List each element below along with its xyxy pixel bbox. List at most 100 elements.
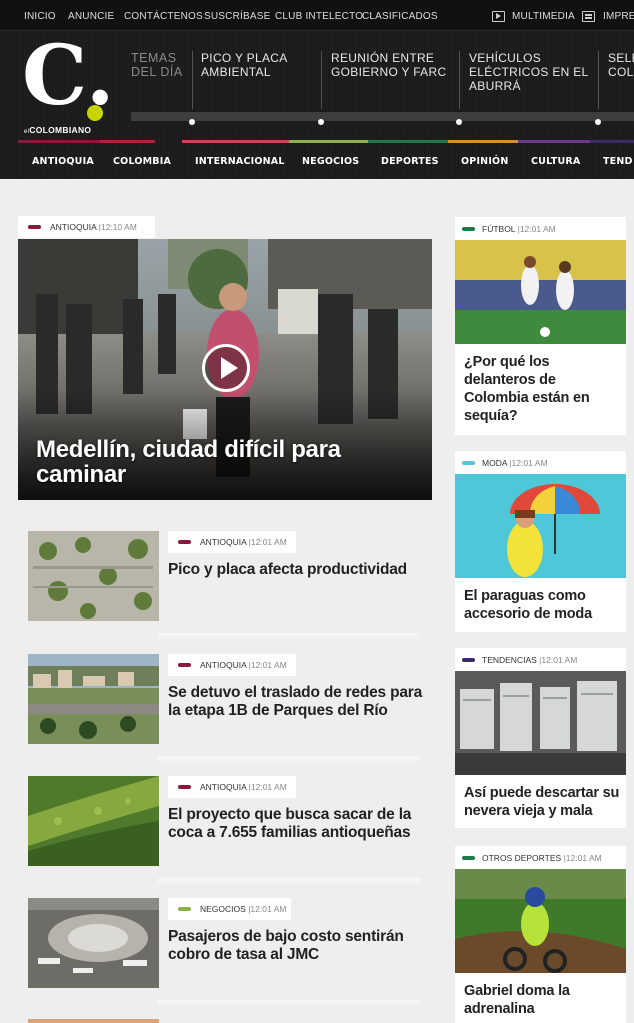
- site-logo[interactable]: C. elCOLOMBIANO: [22, 35, 114, 135]
- nav-section-5[interactable]: DEPORTES: [368, 140, 448, 179]
- card-time: 12:01 AM: [519, 224, 556, 234]
- list-item[interactable]: NEGOCIOS |12:01 AM Pasajeros de bajo cos…: [28, 898, 423, 1008]
- article-thumbnail[interactable]: [28, 776, 159, 866]
- article-section-tag[interactable]: ANTIOQUIA |12:01 AM: [168, 531, 296, 553]
- sidebar-card[interactable]: MODA |12:01 AM El paraguas como accesori…: [455, 451, 626, 632]
- nav-section-3[interactable]: INTERNACIONAL: [182, 140, 290, 179]
- article-section: ANTIOQUIA: [200, 782, 247, 792]
- logo-brand: elCOLOMBIANO: [24, 125, 92, 135]
- timeline-dot[interactable]: [595, 119, 601, 125]
- card-image[interactable]: [455, 869, 626, 973]
- tema-vehiculos-electricos[interactable]: VEHÍCULOS ELÉCTRICOS EN EL ABURRÁ: [469, 51, 594, 93]
- article-thumbnail[interactable]: [28, 654, 159, 744]
- timeline-dot[interactable]: [189, 119, 195, 125]
- section-color-bar: [462, 658, 475, 662]
- nav-section-label: CULTURA: [531, 156, 581, 167]
- list-item[interactable]: ANTIOQUIA |12:01 AM El proyecto que busc…: [28, 776, 423, 886]
- logo-letter: C.: [22, 28, 115, 124]
- print-link[interactable]: IMPRES: [603, 11, 634, 22]
- site-header: C. elCOLOMBIANO TEMAS DEL DÍA PICO Y PLA…: [0, 31, 634, 179]
- print-icon[interactable]: [582, 11, 595, 22]
- next-article-thumbnail[interactable]: [28, 1019, 159, 1023]
- article-section: ANTIOQUIA: [200, 660, 247, 670]
- tema-seleccion-colombia[interactable]: SELE COLO: [608, 51, 634, 79]
- article-section: ANTIOQUIA: [200, 537, 247, 547]
- article-section-tag[interactable]: ANTIOQUIA |12:01 AM: [168, 654, 296, 676]
- card-title[interactable]: Gabriel doma la adrenalina: [464, 982, 622, 1018]
- article-section-tag[interactable]: NEGOCIOS |12:01 AM: [168, 898, 291, 920]
- sidebar-card[interactable]: TENDENCIAS |12:01 AM Así puede descartar…: [455, 648, 626, 828]
- section-color-bar: [462, 227, 475, 231]
- divider: [192, 51, 193, 109]
- article-time: 12:01 AM: [250, 782, 287, 792]
- logo-dot: [87, 105, 103, 121]
- article-title[interactable]: Pico y placa afecta productividad: [168, 561, 423, 579]
- nav-section-6[interactable]: OPINIÓN: [448, 140, 518, 179]
- topnav-link-anuncie[interactable]: ANUNCIE: [68, 11, 114, 22]
- nav-section-4[interactable]: NEGOCIOS: [289, 140, 368, 179]
- nav-section-label: NEGOCIOS: [302, 156, 360, 167]
- tema-pico-y-placa[interactable]: PICO Y PLACA AMBIENTAL: [201, 51, 316, 79]
- article-title[interactable]: El proyecto que busca sacar de la coca a…: [168, 806, 423, 842]
- list-item[interactable]: ANTIOQUIA |12:01 AM Pico y placa afecta …: [28, 531, 423, 641]
- topnav-link-inicio[interactable]: INICIO: [24, 11, 56, 22]
- multimedia-link[interactable]: MULTIMEDIA: [512, 11, 575, 22]
- video-play-icon[interactable]: [202, 344, 250, 392]
- article-thumbnail[interactable]: [28, 531, 159, 621]
- section-color-bar: [178, 663, 191, 667]
- temas-timeline: [131, 112, 634, 121]
- card-title[interactable]: El paraguas como accesorio de moda: [464, 587, 622, 623]
- article-title[interactable]: Pasajeros de bajo costo sentirán cobro d…: [168, 928, 423, 964]
- card-image[interactable]: [455, 240, 626, 344]
- nav-section-label: INTERNACIONAL: [195, 156, 285, 167]
- topnav-link-suscribase[interactable]: SUSCRÍBASE: [204, 11, 270, 22]
- feature-section-label: ANTIOQUIA: [50, 222, 97, 232]
- top-utility-bar: INICIO ANUNCIE CONTÁCTENOS SUSCRÍBASE CL…: [0, 0, 634, 31]
- card-time: 12:01 AM: [541, 655, 578, 665]
- nav-section-8[interactable]: TEND: [590, 140, 634, 179]
- section-color-bar: [178, 540, 191, 544]
- nav-section-label: DEPORTES: [381, 156, 439, 167]
- temas-del-dia-label: TEMAS DEL DÍA: [131, 51, 183, 79]
- card-time: 12:01 AM: [565, 853, 602, 863]
- timeline-dot[interactable]: [318, 119, 324, 125]
- topnav-link-contactenos[interactable]: CONTÁCTENOS: [124, 11, 203, 22]
- feature-title[interactable]: Medellín, ciudad difícil para caminar: [36, 437, 416, 487]
- nav-section-7[interactable]: CULTURA: [518, 140, 590, 179]
- sidebar-card[interactable]: OTROS DEPORTES |12:01 AM Gabriel doma la…: [455, 846, 626, 1023]
- nav-section-2[interactable]: COLOMBIA: [100, 140, 171, 179]
- nav-section-label: TEND: [603, 156, 633, 167]
- timeline-dot[interactable]: [456, 119, 462, 125]
- card-image[interactable]: [455, 474, 626, 578]
- nav-section-label: OPINIÓN: [461, 156, 509, 167]
- section-color-bar: [462, 461, 475, 465]
- card-section: MODA: [482, 458, 508, 468]
- nav-section-1[interactable]: ANTIOQUIA: [18, 140, 104, 179]
- section-color-bar: [178, 785, 191, 789]
- sections-nav: ANTIOQUIA COLOMBIA INTERNACIONAL NEGOCIOS DE…: [0, 140, 634, 179]
- card-time: 12:01 AM: [511, 458, 548, 468]
- feature-story[interactable]: Medellín, ciudad difícil para caminar: [18, 239, 432, 500]
- topnav-link-club-intelecto[interactable]: CLUB INTELECTO: [275, 11, 363, 22]
- sidebar-card[interactable]: FÚTBOL |12:01 AM ¿Por qué los delanteros…: [455, 217, 626, 435]
- article-time: 12:01 AM: [250, 537, 287, 547]
- article-thumbnail[interactable]: [28, 898, 159, 988]
- section-color-bar: [462, 856, 475, 860]
- section-color-bar: [28, 225, 41, 229]
- card-title[interactable]: Así puede descartar su nevera vieja y ma…: [464, 784, 622, 820]
- multimedia-icon[interactable]: [492, 11, 505, 22]
- tema-reunion-farc[interactable]: REUNIÓN ENTRE GOBIERNO Y FARC: [331, 51, 456, 79]
- divider: [598, 51, 599, 109]
- nav-section-label: ANTIOQUIA: [32, 156, 94, 167]
- section-color-bar: [178, 907, 191, 911]
- article-time: 12:01 AM: [250, 904, 287, 914]
- card-image[interactable]: [455, 671, 626, 775]
- card-section: OTROS DEPORTES: [482, 853, 562, 863]
- topnav-link-clasificados[interactable]: CLASIFICADOS: [362, 11, 438, 22]
- card-title[interactable]: ¿Por qué los delanteros de Colombia está…: [464, 353, 622, 425]
- list-item[interactable]: ANTIOQUIA |12:01 AM Se detuvo el traslad…: [28, 654, 423, 764]
- article-section-tag[interactable]: ANTIOQUIA |12:01 AM: [168, 776, 296, 798]
- article-title[interactable]: Se detuvo el traslado de redes para la e…: [168, 684, 423, 720]
- feature-section-tag[interactable]: ANTIOQUIA |12:10 AM: [18, 216, 155, 238]
- divider: [321, 51, 322, 109]
